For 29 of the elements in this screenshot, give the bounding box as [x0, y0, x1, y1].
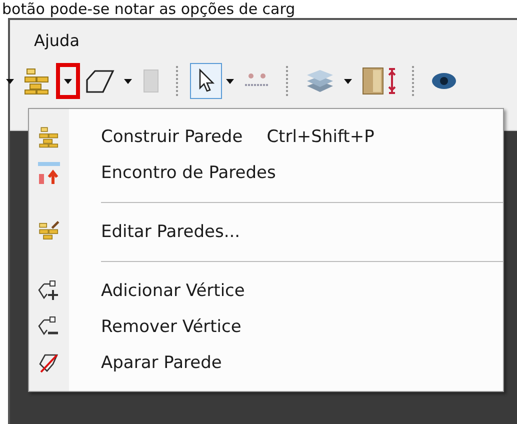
menu-item[interactable]: Remover Vértice [29, 309, 503, 345]
dropdown-button[interactable] [56, 63, 80, 99]
eye-icon [431, 71, 457, 91]
brick-wall-icon [38, 126, 60, 148]
caret-icon [124, 78, 132, 84]
menu-item[interactable]: Encontro de Paredes [29, 155, 503, 191]
caret-icon [64, 78, 72, 84]
wall-junction-icon [38, 162, 60, 184]
caret-icon [226, 78, 234, 84]
menu-item[interactable]: Construir Parede Ctrl+Shift+P [29, 119, 503, 155]
block-icon [141, 68, 161, 94]
toolbar-separator [412, 66, 416, 96]
caret-icon [6, 78, 14, 84]
caption-text: botão pode-se notar as opções de carg [1, 0, 296, 18]
trim-wall-icon [38, 352, 60, 374]
polygon-icon [85, 68, 115, 94]
layers-icon [305, 67, 335, 95]
menu-item[interactable]: Adicionar Vértice [29, 273, 503, 309]
menu-title[interactable]: Ajuda [34, 30, 80, 50]
remove-vertex-icon [38, 316, 60, 338]
toolbar-separator [176, 66, 180, 96]
door-icon [361, 66, 397, 96]
caret-icon [344, 78, 352, 84]
toolbar-separator [286, 66, 290, 96]
brick-wall-icon [23, 67, 51, 95]
menu-item[interactable]: Editar Paredes... [29, 214, 503, 250]
menu-item[interactable]: Aparar Parede [29, 345, 503, 381]
add-vertex-icon [38, 280, 60, 302]
toolbar-button[interactable] [190, 63, 222, 99]
